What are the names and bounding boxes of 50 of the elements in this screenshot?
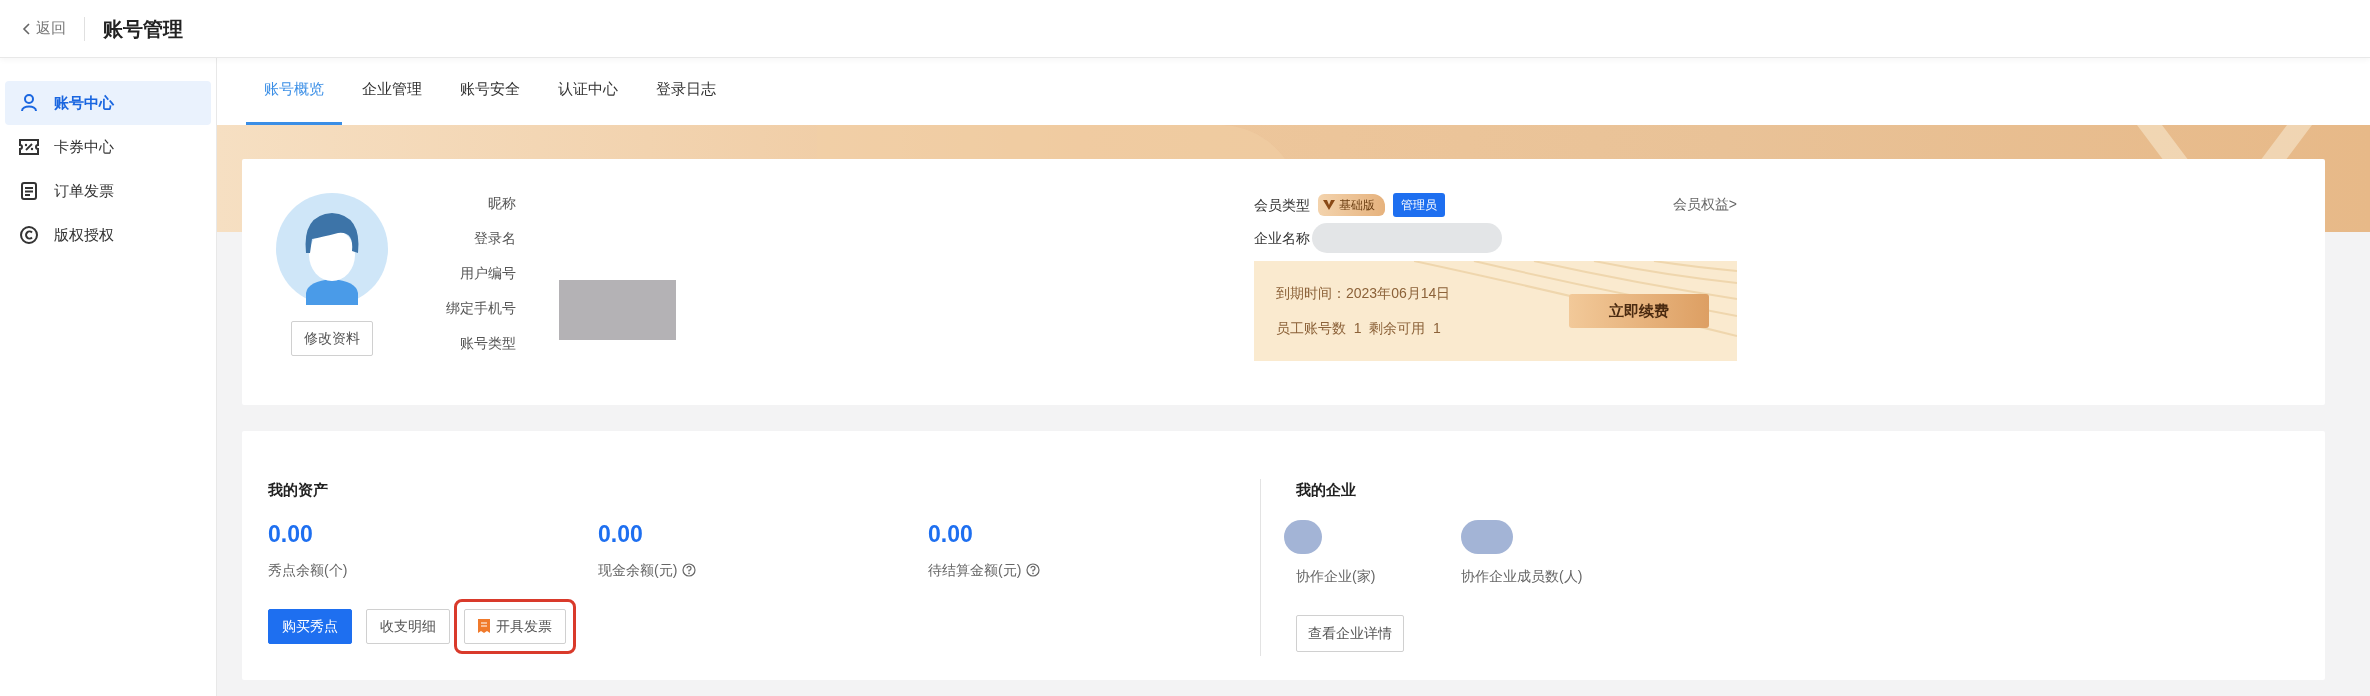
- receipt-icon: [478, 619, 490, 633]
- sidebar-item[interactable]: 订单发票: [5, 169, 211, 213]
- stat-label: 协作企业(家): [1296, 566, 1377, 586]
- tab[interactable]: 认证中心: [540, 67, 636, 125]
- edit-profile-button[interactable]: 修改资料: [291, 321, 373, 356]
- field-label: 会员类型: [1254, 195, 1310, 215]
- sidebar-item[interactable]: 版权授权: [5, 213, 211, 257]
- avatar-icon: [276, 193, 388, 305]
- details-button[interactable]: 收支明细: [366, 608, 450, 644]
- back-link[interactable]: 返回: [22, 17, 66, 40]
- benefits-link[interactable]: 会员权益>: [1672, 194, 1737, 215]
- section-title: 我的资产: [268, 480, 329, 500]
- help-icon[interactable]: [682, 563, 697, 577]
- enterprise-details-button[interactable]: 查看企业详情: [1296, 614, 1404, 652]
- buy-button[interactable]: 购买秀点: [268, 608, 352, 644]
- expiry-text: 到期时间：2023年06月14日: [1276, 284, 1451, 303]
- sidebar-item[interactable]: 卡券中心: [5, 125, 211, 169]
- ticket-icon: [18, 137, 40, 157]
- amount-value: 0.00: [928, 519, 974, 548]
- tab[interactable]: 登录日志: [638, 67, 734, 125]
- role-badge: 管理员: [1393, 193, 1445, 217]
- field-label: 企业名称: [1254, 228, 1310, 248]
- stat-label: 协作企业成员数(人): [1461, 566, 1584, 586]
- accounts-text: 员工账号数 1 剩余可用 1: [1276, 319, 1442, 338]
- document-icon: [19, 181, 39, 201]
- field-label: 用户编号: [460, 264, 516, 283]
- amount-value: 0.00: [268, 519, 314, 548]
- tier-badge: 基础版: [1318, 194, 1385, 216]
- tab[interactable]: 企业管理: [344, 67, 440, 125]
- amount-value: 0.00: [598, 519, 644, 548]
- help-icon[interactable]: [1026, 563, 1041, 577]
- invoice-button[interactable]: 开具发票: [464, 608, 566, 644]
- amount-label: 待结算金额(元): [928, 560, 1022, 580]
- section-title: 我的企业: [1296, 480, 1357, 500]
- chevron-left-icon: [22, 21, 32, 36]
- tab[interactable]: 账号安全: [442, 67, 538, 125]
- copyright-icon: [19, 225, 39, 245]
- person-icon: [19, 93, 39, 113]
- redacted-block: [1461, 519, 1513, 554]
- redacted-block: [1284, 519, 1322, 554]
- v-icon: [1322, 199, 1336, 211]
- field-label: 绑定手机号: [446, 299, 516, 318]
- page-title: 账号管理: [103, 16, 183, 42]
- field-label: 账号类型: [460, 334, 516, 353]
- amount-label: 现金余额(元): [598, 560, 678, 580]
- renew-button[interactable]: 立即续费: [1569, 294, 1709, 328]
- field-label: 登录名: [474, 229, 516, 248]
- field-label: 昵称: [488, 194, 516, 213]
- amount-label: 秀点余额(个): [268, 560, 348, 580]
- sidebar-item[interactable]: 账号中心: [5, 81, 211, 125]
